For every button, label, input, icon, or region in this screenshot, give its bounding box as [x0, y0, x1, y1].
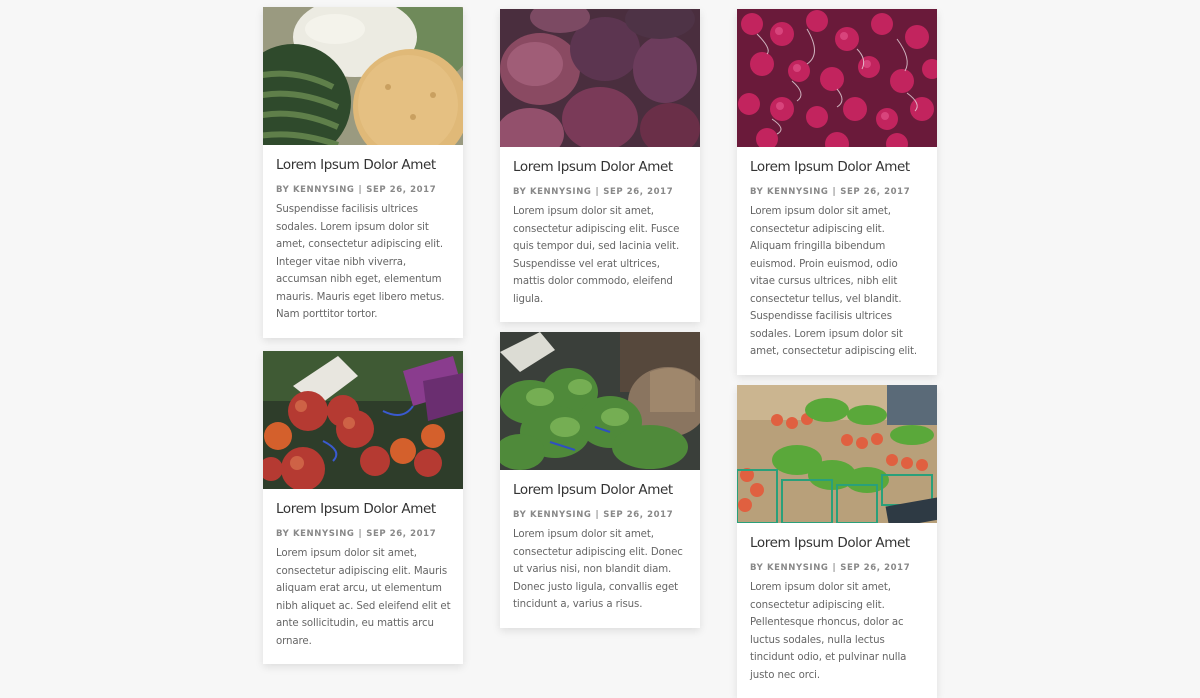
- post-meta: BY KENNYSING | SEP 26, 2017: [276, 184, 451, 196]
- post-date: SEP 26, 2017: [840, 563, 911, 573]
- author-link[interactable]: KENNYSING: [530, 510, 592, 520]
- meta-separator: |: [595, 510, 600, 520]
- post-title[interactable]: Lorem Ipsum Dolor Amet: [276, 157, 451, 174]
- radishes-photo: [737, 9, 937, 147]
- meta-separator: |: [832, 563, 837, 573]
- meta-separator: |: [832, 187, 837, 197]
- post-card[interactable]: Lorem Ipsum Dolor Amet BY KENNYSING | SEP …: [500, 9, 700, 322]
- meta-separator: |: [358, 529, 363, 539]
- post-excerpt: Lorem ipsum dolor sit amet, consectetur …: [750, 582, 907, 681]
- post-image-figs[interactable]: [500, 9, 700, 147]
- author-prefix: BY: [276, 529, 290, 539]
- melons-photo: [263, 7, 463, 145]
- meta-separator: |: [358, 185, 363, 195]
- post-title[interactable]: Lorem Ipsum Dolor Amet: [750, 159, 925, 176]
- post-title[interactable]: Lorem Ipsum Dolor Amet: [276, 501, 451, 518]
- post-card[interactable]: Lorem Ipsum Dolor Amet BY KENNYSING | SEP …: [737, 385, 937, 698]
- post-meta: BY KENNYSING | SEP 26, 2017: [276, 528, 451, 540]
- post-meta: BY KENNYSING | SEP 26, 2017: [750, 186, 925, 198]
- post-image-market[interactable]: [737, 385, 937, 523]
- post-date: SEP 26, 2017: [840, 187, 911, 197]
- post-meta: BY KENNYSING | SEP 26, 2017: [750, 562, 925, 574]
- post-card[interactable]: Lorem Ipsum Dolor Amet BY KENNYSING | SEP …: [500, 332, 700, 628]
- meta-separator: |: [595, 187, 600, 197]
- author-prefix: BY: [750, 187, 764, 197]
- post-excerpt: Lorem ipsum dolor sit amet, consectetur …: [750, 206, 918, 357]
- author-link[interactable]: KENNYSING: [293, 185, 355, 195]
- author-prefix: BY: [750, 563, 764, 573]
- figs-photo: [500, 9, 700, 147]
- post-image-melons[interactable]: [263, 7, 463, 145]
- post-date: SEP 26, 2017: [366, 529, 437, 539]
- post-card[interactable]: Lorem Ipsum Dolor Amet BY KENNYSING | SEP …: [263, 7, 463, 338]
- author-link[interactable]: KENNYSING: [767, 187, 829, 197]
- post-meta: BY KENNYSING | SEP 26, 2017: [513, 186, 688, 198]
- market-photo: [737, 385, 937, 523]
- post-date: SEP 26, 2017: [603, 187, 674, 197]
- post-meta: BY KENNYSING | SEP 26, 2017: [513, 509, 688, 521]
- post-title[interactable]: Lorem Ipsum Dolor Amet: [513, 482, 688, 499]
- author-link[interactable]: KENNYSING: [530, 187, 592, 197]
- post-title[interactable]: Lorem Ipsum Dolor Amet: [513, 159, 688, 176]
- beets-photo: [263, 351, 463, 489]
- post-title[interactable]: Lorem Ipsum Dolor Amet: [750, 535, 925, 552]
- author-prefix: BY: [513, 510, 527, 520]
- author-link[interactable]: KENNYSING: [293, 529, 355, 539]
- post-date: SEP 26, 2017: [366, 185, 437, 195]
- post-image-beets[interactable]: [263, 351, 463, 489]
- greens-photo: [500, 332, 700, 470]
- post-card[interactable]: Lorem Ipsum Dolor Amet BY KENNYSING | SEP …: [737, 9, 937, 375]
- author-prefix: BY: [276, 185, 290, 195]
- post-image-radishes[interactable]: [737, 9, 937, 147]
- post-excerpt: Lorem ipsum dolor sit amet, consectetur …: [513, 206, 680, 305]
- author-prefix: BY: [513, 187, 527, 197]
- post-excerpt: Suspendisse facilisis ultrices sodales. …: [276, 204, 445, 320]
- post-excerpt: Lorem ipsum dolor sit amet, consectetur …: [513, 529, 683, 610]
- author-link[interactable]: KENNYSING: [767, 563, 829, 573]
- post-excerpt: Lorem ipsum dolor sit amet, consectetur …: [276, 548, 451, 647]
- post-date: SEP 26, 2017: [603, 510, 674, 520]
- post-image-greens[interactable]: [500, 332, 700, 470]
- post-card[interactable]: Lorem Ipsum Dolor Amet BY KENNYSING | SEP …: [263, 351, 463, 664]
